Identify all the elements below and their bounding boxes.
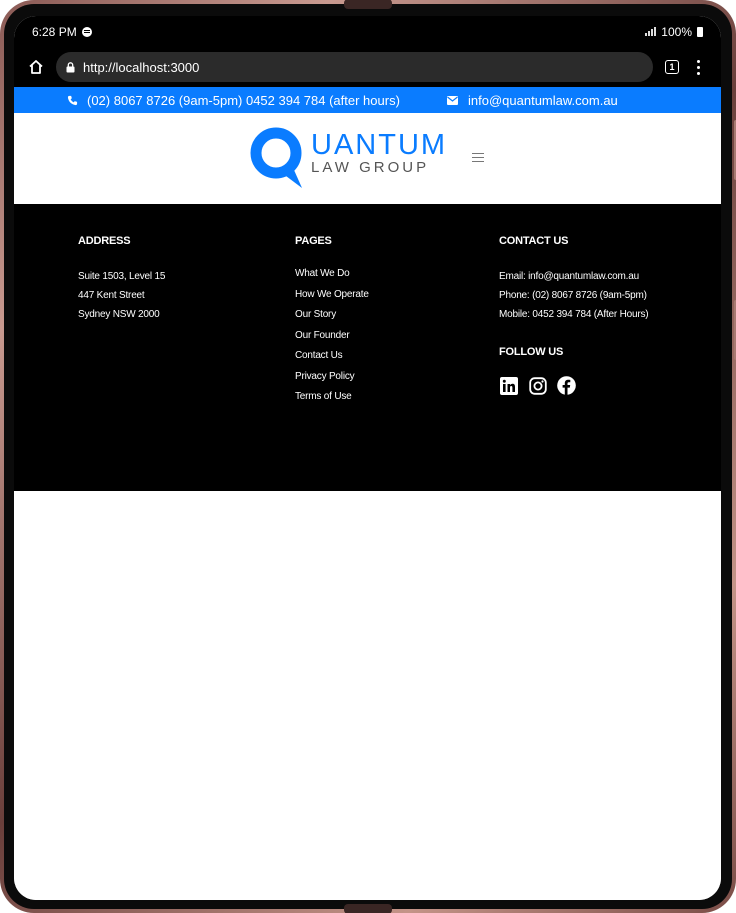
footer-mobile[interactable]: Mobile: 0452 394 784 (After Hours) xyxy=(499,305,649,324)
battery-percent: 100% xyxy=(661,24,692,39)
device-frame: 6:28 PM 100% http://localhost:3000 1 (02… xyxy=(0,0,736,913)
address-line: Suite 1503, Level 15 xyxy=(78,271,166,282)
footer-link-terms-of-use[interactable]: Terms of Use xyxy=(295,384,369,411)
envelope-icon xyxy=(447,95,458,105)
tab-count: 1 xyxy=(669,62,675,72)
linkedin-icon[interactable] xyxy=(499,376,518,395)
spotify-icon xyxy=(81,26,92,37)
logo-q-icon xyxy=(250,127,302,188)
tab-switcher-button[interactable]: 1 xyxy=(665,60,679,74)
pages-heading: PAGES xyxy=(295,235,332,247)
status-time: 6:28 PM xyxy=(32,24,77,39)
follow-heading: FOLLOW US xyxy=(499,346,564,358)
signal-icon xyxy=(645,27,657,36)
address-line: 447 Kent Street xyxy=(78,290,145,301)
url-bar[interactable]: http://localhost:3000 xyxy=(56,52,653,82)
logo-sub-text: LAW GROUP xyxy=(311,159,430,176)
hamburger-menu-button[interactable] xyxy=(472,153,484,162)
footer-pages-column: PAGES What We Do How We Operate Our Stor… xyxy=(295,235,369,411)
contact-email-text: info@quantumlaw.com.au xyxy=(468,92,618,108)
screen: 6:28 PM 100% http://localhost:3000 1 (02… xyxy=(14,16,721,900)
browser-menu-button[interactable] xyxy=(693,59,703,75)
instagram-icon[interactable] xyxy=(528,376,547,395)
social-links xyxy=(499,376,648,395)
browser-toolbar: http://localhost:3000 1 xyxy=(14,47,721,87)
phone-icon xyxy=(67,95,78,105)
footer-address-column: ADDRESS Suite 1503, Level 15 447 Kent St… xyxy=(78,235,165,324)
status-bar: 6:28 PM 100% xyxy=(14,16,721,47)
logo-main-text: UANTUM xyxy=(311,129,448,161)
site-logo[interactable]: UANTUM LAW GROUP xyxy=(250,126,447,190)
battery-icon xyxy=(697,26,703,37)
hinge-bottom xyxy=(344,904,392,913)
contact-phone[interactable]: (02) 8067 8726 (9am-5pm) 0452 394 784 (a… xyxy=(67,93,400,108)
facebook-icon[interactable] xyxy=(557,376,576,395)
site-footer: ADDRESS Suite 1503, Level 15 447 Kent St… xyxy=(14,204,721,491)
footer-phone[interactable]: Phone: (02) 8067 8726 (9am-5pm) xyxy=(499,286,648,305)
url-text: http://localhost:3000 xyxy=(83,59,200,75)
contact-phone-text: (02) 8067 8726 (9am-5pm) 0452 394 784 (a… xyxy=(87,92,400,108)
contact-heading: CONTACT US xyxy=(499,235,569,247)
address-line: Sydney NSW 2000 xyxy=(78,309,160,320)
home-button[interactable] xyxy=(22,53,50,81)
page-body-blank xyxy=(14,491,721,900)
address-heading: ADDRESS xyxy=(78,235,131,247)
logo-text: UANTUM LAW GROUP xyxy=(311,126,447,176)
hinge-top xyxy=(344,0,392,9)
site-header: UANTUM LAW GROUP xyxy=(14,113,721,204)
footer-contact-column: CONTACT US Email: info@quantumlaw.com.au… xyxy=(499,235,649,395)
contact-email[interactable]: info@quantumlaw.com.au xyxy=(447,93,618,108)
top-contact-bar: (02) 8067 8726 (9am-5pm) 0452 394 784 (a… xyxy=(14,87,721,113)
footer-email[interactable]: Email: info@quantumlaw.com.au xyxy=(499,267,648,286)
home-icon xyxy=(29,60,43,74)
lock-icon xyxy=(66,61,75,73)
